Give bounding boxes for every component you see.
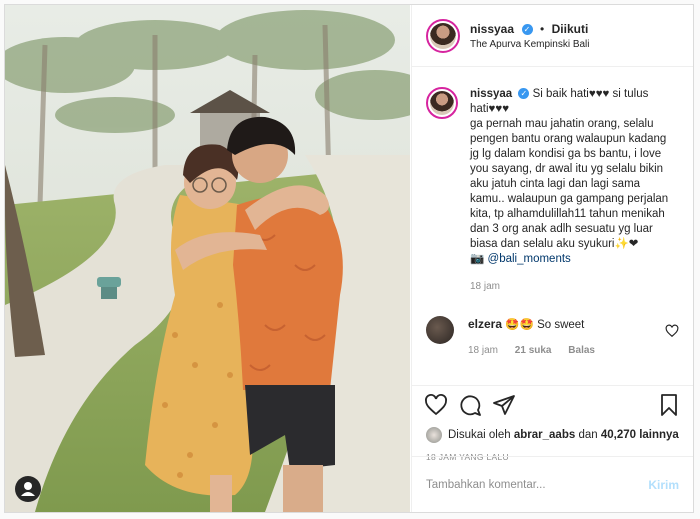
photo-image	[5, 5, 410, 512]
heart-icon[interactable]	[424, 393, 448, 417]
add-comment-bar: Kirim	[412, 456, 693, 512]
liker-username[interactable]: abrar_aabs	[514, 429, 575, 441]
share-icon[interactable]	[492, 393, 516, 417]
caption-emoji: ✨❤	[614, 238, 639, 250]
post-modal: nissyaa ✓ • Diikuti The Apurva Kempinski…	[4, 4, 694, 513]
camera-emoji: 📷	[470, 253, 485, 265]
mention-link[interactable]: @bali_moments	[488, 253, 571, 265]
likes-middle: dan	[578, 429, 598, 441]
caption-username[interactable]: nissyaa	[470, 88, 512, 100]
liker-avatar	[426, 427, 442, 443]
likes-prefix: Disukai oleh	[448, 429, 511, 441]
follow-status-button[interactable]: Diikuti	[552, 22, 589, 36]
caption-text: Si baik hati♥♥♥ si tulus hati♥♥♥ ga pern…	[470, 88, 669, 250]
post-sidebar: nissyaa ✓ • Diikuti The Apurva Kempinski…	[411, 5, 693, 512]
bookmark-icon[interactable]	[657, 393, 681, 417]
reply-button[interactable]: Balas	[568, 345, 595, 356]
author-avatar[interactable]	[426, 18, 460, 53]
comment-item: elzera 🤩🤩 So sweet 18 jam 21 suka Balas	[426, 316, 679, 359]
post-header: nissyaa ✓ • Diikuti The Apurva Kempinski…	[412, 5, 693, 67]
comment-input[interactable]	[426, 478, 649, 491]
likes-summary[interactable]: Disukai oleh abrar_aabs dan 40,270 lainn…	[412, 424, 693, 446]
comments-area[interactable]: nissyaa ✓ Si baik hati♥♥♥ si tulus hati♥…	[412, 67, 693, 388]
separator: •	[539, 22, 545, 37]
comment-like-icon[interactable]	[665, 324, 679, 338]
verified-icon: ✓	[521, 23, 533, 35]
commenter-username[interactable]: elzera	[468, 317, 502, 331]
comment-likes[interactable]: 21 suka	[515, 345, 552, 356]
post-comment-button[interactable]: Kirim	[648, 478, 679, 492]
action-bar	[412, 386, 693, 424]
author-username[interactable]: nissyaa	[470, 22, 514, 36]
likes-count[interactable]: 40,270 lainnya	[601, 429, 679, 441]
user-tag-icon[interactable]	[15, 476, 41, 502]
comment-text: 🤩🤩 So sweet	[505, 319, 585, 331]
comment-icon[interactable]	[458, 393, 482, 417]
caption-time: 18 jam	[470, 281, 501, 292]
action-section: Disukai oleh abrar_aabs dan 40,270 lainn…	[412, 385, 693, 462]
caption-avatar[interactable]	[426, 87, 458, 119]
caption: nissyaa ✓ Si baik hati♥♥♥ si tulus hati♥…	[426, 87, 679, 267]
comment-time: 18 jam	[468, 345, 499, 356]
verified-icon: ✓	[518, 88, 530, 100]
location-link[interactable]: The Apurva Kempinski Bali	[470, 39, 590, 52]
post-photo[interactable]	[5, 5, 410, 512]
commenter-avatar[interactable]	[426, 316, 454, 344]
